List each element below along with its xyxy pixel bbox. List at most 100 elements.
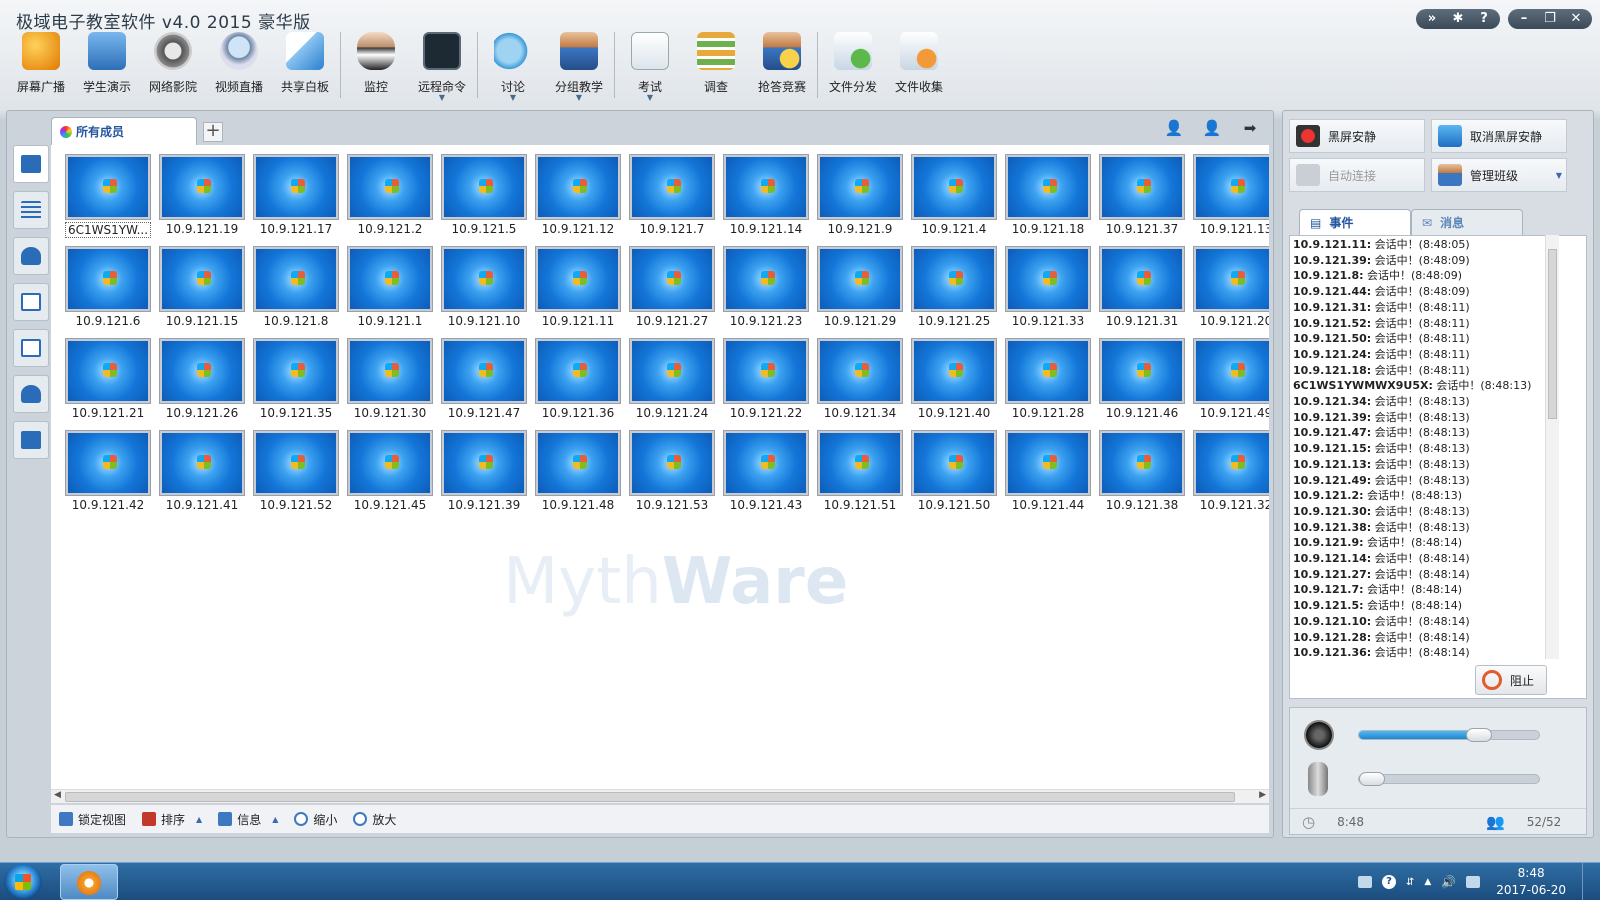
student-screen[interactable] <box>1100 431 1184 495</box>
toolbar-button-2[interactable]: 网络影院 <box>140 30 206 100</box>
slider-knob[interactable] <box>1359 772 1385 786</box>
student-screen[interactable] <box>160 247 244 311</box>
student-screen[interactable] <box>1006 339 1090 403</box>
student-screen[interactable] <box>912 339 996 403</box>
student-screen[interactable] <box>66 431 150 495</box>
keyboard-icon[interactable] <box>1357 876 1372 888</box>
toolbar-button-3[interactable]: 视频直播 <box>206 30 272 100</box>
student-screen[interactable] <box>630 155 714 219</box>
student-thumbnail[interactable]: 10.9.121.8 <box>249 247 343 339</box>
user-add-icon[interactable]: 👤 <box>1163 119 1185 137</box>
show-desktop-button[interactable] <box>1582 863 1594 900</box>
student-thumbnail[interactable]: 10.9.121.14 <box>719 155 813 247</box>
annotate-view-button[interactable] <box>13 421 49 459</box>
speaker-volume-slider[interactable] <box>1358 728 1540 742</box>
list-view-button[interactable] <box>13 191 49 229</box>
info-caret-icon[interactable]: ▲ <box>272 815 278 824</box>
history-view-button[interactable] <box>13 329 49 367</box>
tab-all-members[interactable]: 所有成员 <box>51 117 197 145</box>
expand-icon[interactable]: » <box>1424 9 1440 29</box>
horizontal-scrollbar[interactable]: ◀ ▶ <box>51 789 1269 803</box>
help-icon[interactable]: ? <box>1381 875 1396 889</box>
toolbar-button-8[interactable]: 分组教学 ▼ <box>546 30 612 102</box>
student-screen[interactable] <box>348 339 432 403</box>
student-thumbnail[interactable]: 10.9.121.42 <box>61 431 155 523</box>
student-thumbnail[interactable]: 10.9.121.25 <box>907 247 1001 339</box>
student-thumbnail[interactable]: 10.9.121.20 <box>1189 247 1269 339</box>
tab-events[interactable]: ▤ 事件 <box>1299 209 1411 235</box>
student-screen[interactable] <box>724 247 808 311</box>
toolbar-button-12[interactable]: 文件分发 <box>820 30 886 100</box>
student-screen[interactable] <box>724 339 808 403</box>
toolbar-button-9[interactable]: 考试 ▼ <box>617 30 683 102</box>
student-screen[interactable] <box>912 247 996 311</box>
sort-button[interactable]: 排序 ▲ <box>142 811 202 828</box>
stop-button[interactable]: 阻止 <box>1475 665 1547 695</box>
toolbar-button-10[interactable]: 调查 <box>683 30 749 100</box>
dropdown-arrow-icon[interactable]: ▼ <box>576 93 582 102</box>
student-thumbnail[interactable]: 10.9.121.38 <box>1095 431 1189 523</box>
student-screen[interactable] <box>724 431 808 495</box>
student-thumbnail[interactable]: 10.9.121.22 <box>719 339 813 431</box>
toolbar-button-6[interactable]: 远程命令 ▼ <box>409 30 475 102</box>
student-thumbnail[interactable]: 10.9.121.52 <box>249 431 343 523</box>
toolbar-button-0[interactable]: 屏幕广播 <box>8 30 74 100</box>
student-screen[interactable] <box>1100 339 1184 403</box>
toolbar-button-1[interactable]: 学生演示 <box>74 30 140 100</box>
student-screen[interactable] <box>536 339 620 403</box>
student-screen[interactable] <box>348 431 432 495</box>
minimize-icon[interactable]: – <box>1516 9 1532 29</box>
student-screen[interactable] <box>1194 339 1269 403</box>
student-thumbnail[interactable]: 10.9.121.26 <box>155 339 249 431</box>
student-screen[interactable] <box>1006 431 1090 495</box>
student-screen[interactable] <box>1194 431 1269 495</box>
show-hidden-icon[interactable]: ▲ <box>1424 877 1431 887</box>
student-thumbnail[interactable]: 10.9.121.19 <box>155 155 249 247</box>
student-thumbnail[interactable]: 10.9.121.24 <box>625 339 719 431</box>
student-thumbnail[interactable]: 10.9.121.53 <box>625 431 719 523</box>
user-settings-icon[interactable]: 👤 <box>1201 119 1223 137</box>
scroll-thumb[interactable] <box>65 792 1235 802</box>
student-screen[interactable] <box>348 247 432 311</box>
student-thumbnail[interactable]: 10.9.121.1 <box>343 247 437 339</box>
toolbar-button-11[interactable]: 抢答竞赛 <box>749 30 815 100</box>
dropdown-arrow-icon[interactable]: ▼ <box>647 93 653 102</box>
dropdown-arrow-icon[interactable]: ▼ <box>510 93 516 102</box>
mic-volume-slider[interactable] <box>1358 772 1540 786</box>
arrow-right-icon[interactable]: ➡ <box>1239 119 1261 137</box>
student-thumbnail[interactable]: 10.9.121.50 <box>907 431 1001 523</box>
student-screen[interactable] <box>536 431 620 495</box>
info-button[interactable]: 信息 ▲ <box>218 811 278 828</box>
help-icon[interactable]: ? <box>1476 9 1492 29</box>
student-screen[interactable] <box>160 431 244 495</box>
student-thumbnail[interactable]: 10.9.121.6 <box>61 247 155 339</box>
student-screen[interactable] <box>536 155 620 219</box>
student-thumbnail[interactable]: 10.9.121.17 <box>249 155 343 247</box>
student-screen[interactable] <box>724 155 808 219</box>
toolbar-button-5[interactable]: 监控 <box>343 30 409 100</box>
dropdown-arrow-icon[interactable]: ▼ <box>439 93 445 102</box>
student-thumbnail[interactable]: 10.9.121.43 <box>719 431 813 523</box>
student-thumbnail[interactable]: 10.9.121.18 <box>1001 155 1095 247</box>
lock-view-button[interactable]: 锁定视图 <box>59 811 126 828</box>
sort-caret-icon[interactable]: ▲ <box>196 815 202 824</box>
group-view-button[interactable] <box>13 375 49 413</box>
student-thumbnail[interactable]: 10.9.121.32 <box>1189 431 1269 523</box>
student-thumbnail[interactable]: 10.9.121.11 <box>531 247 625 339</box>
student-screen[interactable] <box>630 247 714 311</box>
student-screen[interactable] <box>1194 247 1269 311</box>
student-screen[interactable] <box>254 339 338 403</box>
slider-knob[interactable] <box>1466 728 1492 742</box>
student-thumbnail[interactable]: 10.9.121.35 <box>249 339 343 431</box>
student-screen[interactable] <box>254 247 338 311</box>
student-thumbnail[interactable]: 10.9.121.5 <box>437 155 531 247</box>
toolbar-button-7[interactable]: 讨论 ▼ <box>480 30 546 102</box>
restore-icon[interactable]: ❐ <box>1542 9 1558 29</box>
manage-class-button[interactable]: 管理班级 ▼ <box>1431 158 1567 192</box>
student-thumbnail[interactable]: 10.9.121.13 <box>1189 155 1269 247</box>
student-thumbnail[interactable]: 10.9.121.2 <box>343 155 437 247</box>
toolbar-button-4[interactable]: 共享白板 <box>272 30 338 100</box>
student-thumbnail[interactable]: 10.9.121.10 <box>437 247 531 339</box>
student-thumbnail[interactable]: 10.9.121.21 <box>61 339 155 431</box>
student-thumbnail[interactable]: 10.9.121.49 <box>1189 339 1269 431</box>
